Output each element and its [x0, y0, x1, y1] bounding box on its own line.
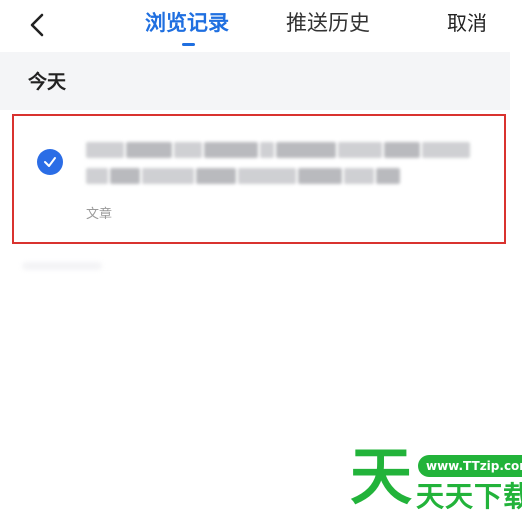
checkmark-icon	[44, 157, 56, 167]
back-button[interactable]	[22, 8, 56, 42]
select-checkbox[interactable]	[37, 149, 63, 175]
item-type-label: 文章	[86, 207, 113, 222]
watermark-url: www.TTzip.com	[418, 455, 522, 477]
top-bar: 浏览记录 推送历史 取消	[0, 0, 522, 50]
section-title: 今天	[28, 71, 67, 93]
watermark-logo-char: 天	[350, 440, 413, 513]
watermark-logo: 天 www.TTzip.com 天天下载	[350, 440, 522, 520]
tab-browse-history[interactable]: 浏览记录	[145, 10, 229, 36]
chevron-left-icon	[30, 13, 44, 37]
watermark-name: 天天下载	[416, 480, 522, 513]
tab-push-history[interactable]: 推送历史	[286, 10, 370, 36]
faint-placeholder	[22, 262, 102, 270]
cancel-button[interactable]: 取消	[447, 10, 487, 36]
section-header-today: 今天	[0, 52, 510, 110]
active-tab-indicator	[182, 43, 195, 46]
blurred-article-title	[86, 138, 486, 196]
list-item[interactable]: 文章	[12, 114, 506, 244]
